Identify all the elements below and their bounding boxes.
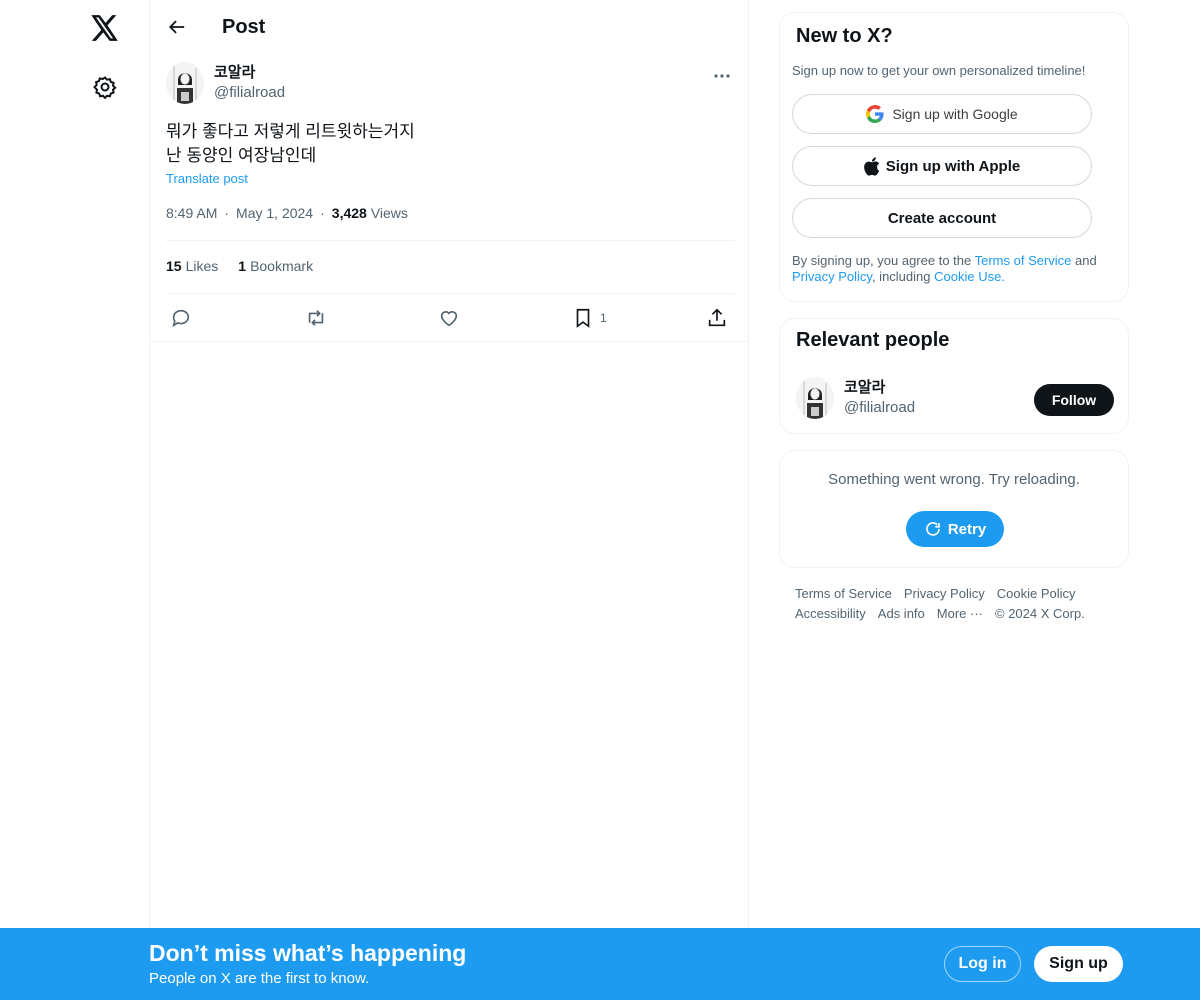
bookmarks-stat[interactable]: 1 Bookmark <box>238 258 313 274</box>
error-message: Something went wrong. Try reloading. <box>828 471 1080 488</box>
page-title: Post <box>222 15 266 38</box>
error-card: Something went wrong. Try reloading. Ret… <box>779 450 1129 568</box>
follow-button[interactable]: Follow <box>1034 384 1114 416</box>
retry-label: Retry <box>947 520 987 538</box>
sign-up-apple-button[interactable]: Sign up with Apple <box>792 146 1092 186</box>
divider <box>166 240 735 241</box>
bookmark-icon <box>576 308 590 328</box>
terms-including: , including <box>871 269 935 284</box>
signup-terms-note: By signing up, you agree to the Terms of… <box>792 253 1122 285</box>
repost-icon[interactable] <box>304 304 328 332</box>
terms-and: and <box>1071 253 1097 268</box>
bookmarks-count: 1 <box>238 258 247 274</box>
bookmark-count: 1 <box>600 311 607 325</box>
new-to-x-subtitle: Sign up now to get your own personalized… <box>792 63 1086 78</box>
translate-post-link[interactable]: Translate post <box>166 171 248 186</box>
post-time[interactable]: 8:49 AM <box>166 205 217 221</box>
post-stats: 15 Likes 1 Bookmark <box>166 258 313 274</box>
cookie-use-link[interactable]: Cookie Use. <box>934 269 1005 284</box>
sign-up-google-label: Sign up with Google <box>892 106 1018 122</box>
avatar[interactable] <box>796 377 834 419</box>
likes-stat[interactable]: 15 Likes <box>166 258 218 274</box>
left-nav <box>0 0 150 1000</box>
sign-up-apple-label: Sign up with Apple <box>885 157 1021 175</box>
views-count: 3,428 <box>331 205 367 221</box>
footer-privacy-link[interactable]: Privacy Policy <box>904 586 985 601</box>
create-account-button[interactable]: Create account <box>792 198 1092 238</box>
like-icon[interactable] <box>438 304 460 332</box>
footer-terms-link[interactable]: Terms of Service <box>795 586 892 601</box>
footer-links: Terms of Service Privacy Policy Cookie Pol… <box>795 584 1125 624</box>
post-author: 코알라 @filialroad <box>166 62 734 104</box>
gear-icon[interactable] <box>90 72 120 102</box>
more-options-icon[interactable] <box>710 66 734 86</box>
x-logo-icon[interactable] <box>89 12 121 44</box>
post-date[interactable]: May 1, 2024 <box>236 205 313 221</box>
bookmarks-label: Bookmark <box>250 258 314 274</box>
google-icon <box>866 105 884 123</box>
footer-more-link[interactable]: More ··· <box>937 606 983 621</box>
likes-count: 15 <box>166 258 182 274</box>
post-meta: 8:49 AM · May 1, 2024 · 3,428 Views <box>166 205 408 221</box>
terms-of-service-link[interactable]: Terms of Service <box>975 253 1072 268</box>
signup-banner: Don’t miss what’s happening People on X … <box>0 928 1200 1000</box>
post-text: 뭐가 좋다고 저렇게 리트윗하는거지 난 동양인 여장남인데 <box>166 122 415 165</box>
relevant-people-card: Relevant people 코알라 @filialroad Follow <box>779 318 1129 434</box>
divider <box>150 341 749 342</box>
relevant-person-handle[interactable]: @filialroad <box>844 398 915 418</box>
refresh-icon <box>926 522 940 536</box>
footer-ads-link[interactable]: Ads info <box>878 606 925 621</box>
footer-accessibility-link[interactable]: Accessibility <box>795 606 866 621</box>
relevant-people-title: Relevant people <box>796 329 950 351</box>
meta-separator: · <box>320 205 325 221</box>
meta-separator: · <box>224 205 230 221</box>
divider <box>166 293 735 294</box>
footer-cookie-link[interactable]: Cookie Policy <box>997 586 1076 601</box>
post-actions: 1 <box>166 304 736 332</box>
banner-title: Don’t miss what’s happening <box>149 940 467 966</box>
sign-up-button[interactable]: Sign up <box>1034 946 1123 982</box>
right-sidebar: New to X? Sign up now to get your own pe… <box>779 12 1129 621</box>
author-handle[interactable]: @filialroad <box>214 83 285 103</box>
views-label: Views <box>370 205 408 221</box>
terms-prefix: By signing up, you agree to the <box>792 253 975 268</box>
avatar[interactable] <box>166 62 204 104</box>
author-name[interactable]: 코알라 <box>214 63 285 83</box>
post-column: Post 코알라 @filialroad 뭐가 좋다고 저렇게 리트윗하는거지 … <box>149 0 749 928</box>
retry-button[interactable]: Retry <box>906 511 1004 547</box>
post-header: Post <box>150 0 748 54</box>
log-in-button[interactable]: Log in <box>944 946 1021 982</box>
bookmark-button[interactable]: 1 <box>572 304 607 332</box>
new-to-x-title: New to X? <box>796 25 893 47</box>
sign-up-google-button[interactable]: Sign up with Google <box>792 94 1092 134</box>
relevant-person-name[interactable]: 코알라 <box>844 378 915 398</box>
banner-subtitle: People on X are the first to know. <box>149 970 370 987</box>
back-arrow-icon[interactable] <box>166 16 188 38</box>
footer-copyright: © 2024 X Corp. <box>995 606 1085 621</box>
privacy-policy-link[interactable]: Privacy Policy <box>792 269 872 284</box>
share-icon[interactable] <box>706 304 728 332</box>
likes-label: Likes <box>185 258 219 274</box>
reply-icon[interactable] <box>170 304 192 332</box>
new-to-x-card: New to X? Sign up now to get your own pe… <box>779 12 1129 302</box>
apple-icon <box>863 156 879 176</box>
relevant-person[interactable]: 코알라 @filialroad Follow <box>796 377 1114 419</box>
